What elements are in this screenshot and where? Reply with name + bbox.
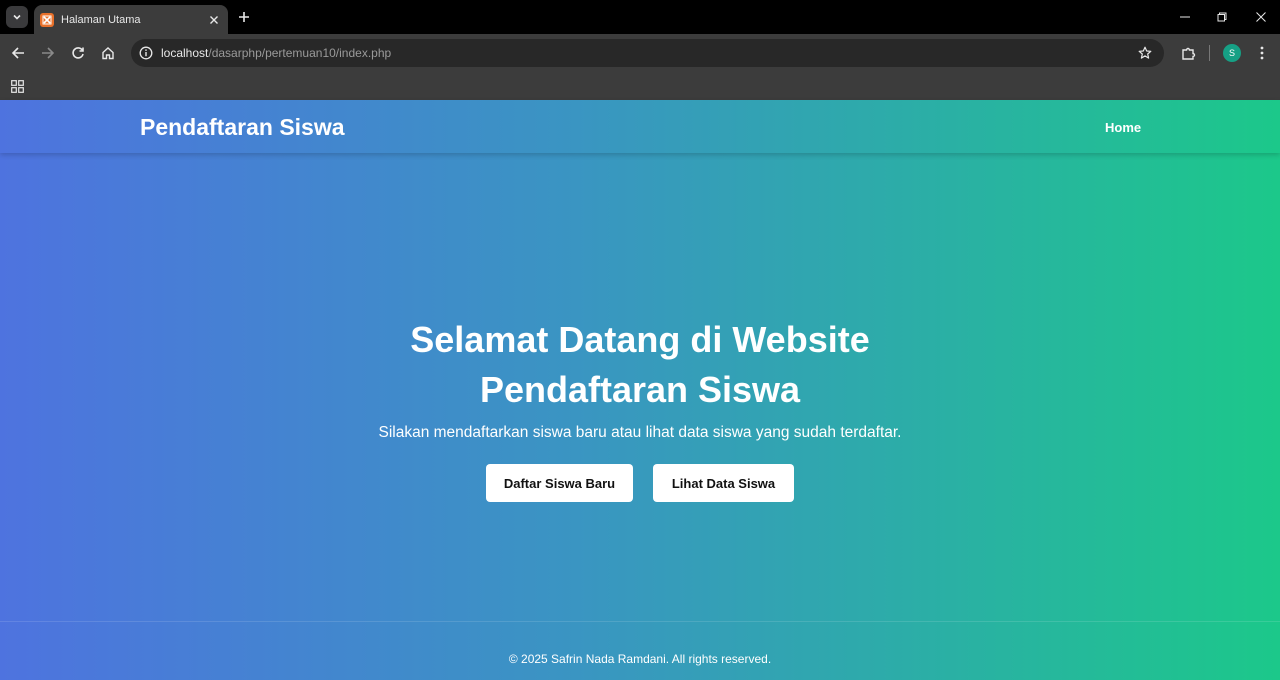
- plus-icon: [239, 12, 249, 22]
- bookmarks-bar: [0, 72, 1280, 100]
- site-navbar: Pendaftaran Siswa Home: [0, 100, 1280, 153]
- kebab-menu-icon: [1260, 46, 1264, 60]
- reload-button[interactable]: [66, 41, 90, 65]
- forward-button[interactable]: [36, 41, 60, 65]
- url-host: localhost: [161, 46, 209, 60]
- apps-button[interactable]: [7, 76, 27, 96]
- back-icon: [11, 47, 24, 59]
- info-icon[interactable]: [139, 46, 153, 60]
- active-tab[interactable]: Halaman Utama: [34, 5, 228, 34]
- close-icon: [1256, 12, 1266, 22]
- browser-menu-button[interactable]: [1250, 41, 1274, 65]
- url-text[interactable]: localhost/dasarphp/pertemuan10/index.php: [161, 46, 391, 60]
- extensions-icon: [1181, 47, 1195, 60]
- back-button[interactable]: [6, 41, 30, 65]
- forward-icon: [42, 47, 55, 59]
- xampp-favicon-icon: [40, 12, 54, 27]
- lihat-data-button[interactable]: Lihat Data Siswa: [653, 464, 794, 502]
- tab-close-button[interactable]: [204, 10, 224, 30]
- reload-icon: [72, 47, 84, 59]
- home-icon: [102, 47, 114, 60]
- restore-icon: [1217, 12, 1227, 22]
- url-path: /dasarphp/pertemuan10/index.php: [208, 46, 392, 60]
- new-tab-button[interactable]: [234, 7, 254, 27]
- minimize-button[interactable]: [1173, 6, 1197, 28]
- chevron-down-icon: [13, 14, 21, 20]
- close-icon: [210, 15, 218, 24]
- tab-search-button[interactable]: [6, 6, 28, 28]
- profile-avatar[interactable]: S: [1223, 44, 1241, 62]
- bookmark-star-button[interactable]: [1136, 44, 1154, 62]
- page-content: Pendaftaran Siswa Home Selamat Datang di…: [0, 100, 1280, 680]
- tab-title: Halaman Utama: [61, 13, 141, 26]
- hero-title: Selamat Datang di Website Pendaftaran Si…: [340, 315, 940, 415]
- home-button[interactable]: [96, 41, 120, 65]
- extensions-button[interactable]: [1176, 41, 1200, 65]
- star-icon: [1138, 46, 1152, 59]
- address-bar[interactable]: localhost/dasarphp/pertemuan10/index.php: [131, 39, 1164, 67]
- hero-subtitle: Silakan mendaftarkan siswa baru atau lih…: [378, 424, 902, 441]
- tab-bar: Halaman Utama: [0, 0, 1280, 34]
- footer-copyright: © 2025 Safrin Nada Ramdani. All rights r…: [508, 652, 772, 666]
- close-window-button[interactable]: [1249, 6, 1273, 28]
- site-brand[interactable]: Pendaftaran Siswa: [140, 114, 345, 141]
- browser-toolbar: localhost/dasarphp/pertemuan10/index.php…: [0, 34, 1280, 72]
- daftar-siswa-button[interactable]: Daftar Siswa Baru: [486, 464, 633, 502]
- nav-home-link[interactable]: Home: [1105, 120, 1141, 135]
- footer-divider: [0, 621, 1280, 622]
- minimize-icon: [1180, 16, 1190, 18]
- restore-button[interactable]: [1210, 6, 1234, 28]
- apps-grid-icon: [10, 79, 24, 93]
- hero-title-line2: Pendaftaran Siswa: [479, 369, 801, 410]
- hero-title-line1: Selamat Datang di Website: [410, 319, 870, 360]
- hero-section: Selamat Datang di Website Pendaftaran Si…: [340, 315, 940, 442]
- toolbar-divider: [1209, 45, 1210, 61]
